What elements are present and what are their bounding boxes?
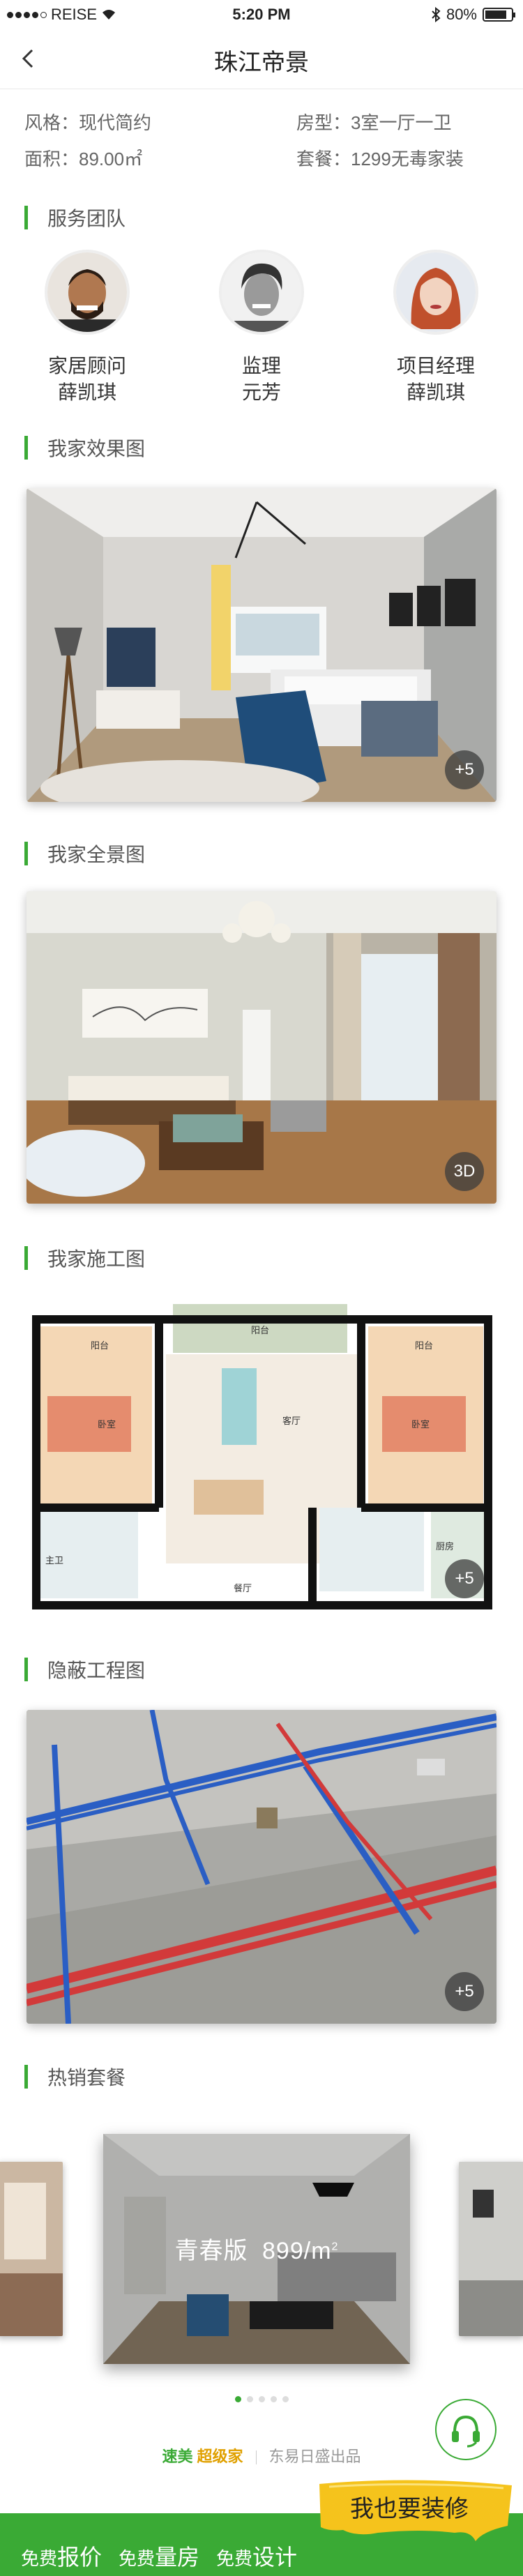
house-info: 风格：现代简约 房型：3室一厅一卫 面积：89.00㎡ 套餐：1299无毒家装: [24, 105, 506, 177]
section-title-team: 服务团队: [24, 204, 126, 232]
member-role: 项目经理: [396, 355, 475, 377]
plan-label: 餐厅: [234, 1583, 252, 1594]
plan-label: 厨房: [436, 1541, 454, 1552]
section-title-render: 我家效果图: [24, 434, 145, 462]
avatar: [45, 250, 130, 335]
plan-label: 阳台: [91, 1341, 109, 1351]
member-role: 监理: [241, 355, 281, 377]
pager-dot[interactable]: [258, 2396, 265, 2402]
section-title-panorama: 我家全景图: [24, 840, 145, 867]
image-count-badge: +5: [445, 750, 484, 789]
member-name: 薛凯琪: [406, 381, 465, 403]
nav-bar: 珠江帝景: [0, 31, 523, 89]
panorama-3d-badge: 3D: [445, 1152, 484, 1191]
pager-dot[interactable]: [282, 2396, 289, 2402]
free-quote-button[interactable]: 免费报价: [21, 2540, 102, 2572]
pager-dot[interactable]: [246, 2396, 253, 2402]
free-design-button[interactable]: 免费设计: [216, 2540, 297, 2572]
team-member[interactable]: 项目经理 薛凯琪: [349, 250, 523, 406]
pager-dot[interactable]: [234, 2396, 241, 2402]
member-name: 薛凯琪: [57, 381, 116, 403]
team-member[interactable]: 家居顾问 薛凯琪: [0, 250, 174, 406]
section-title-construction: 我家施工图: [24, 1244, 145, 1272]
package-card-prev[interactable]: [0, 2162, 63, 2336]
package-name: 青春版: [174, 2238, 248, 2264]
plan-label: 阳台: [415, 1341, 433, 1351]
room-type-info: 房型：3室一厅一卫: [296, 112, 452, 133]
plan-label: 主卫: [45, 1556, 63, 1566]
team-member[interactable]: 监理 元芳: [174, 250, 349, 406]
render-image[interactable]: +5: [26, 488, 497, 802]
plan-label: 卧室: [98, 1419, 116, 1430]
style-info: 风格：现代简约: [24, 112, 152, 133]
battery-percent: 80%: [446, 6, 477, 23]
image-count-badge: +5: [445, 1559, 484, 1598]
brand-name-primary: 速美: [162, 2448, 193, 2465]
cta-label: 我也要装修: [350, 2496, 469, 2522]
image-count-badge: +5: [445, 1972, 484, 2011]
pager-dot[interactable]: [270, 2396, 277, 2402]
member-name: 元芳: [241, 381, 281, 403]
package-card-active[interactable]: 青春版 899/m2: [103, 2134, 410, 2364]
hidden-works-image[interactable]: +5: [26, 1710, 497, 2024]
page-title: 珠江帝景: [214, 50, 309, 76]
member-role: 家居顾问: [47, 355, 126, 377]
package-carousel[interactable]: 青春版 899/m2: [0, 2134, 523, 2371]
brand-footer: 速美 超级家 东易日盛出品: [0, 2444, 523, 2467]
plan-label: 阳台: [251, 1326, 269, 1336]
brand-maker: 东易日盛出品: [268, 2448, 361, 2465]
service-team: 家居顾问 薛凯琪 监理 元芳 项目经理 薛凯琪: [0, 250, 523, 406]
package-caption: 青春版 899/m2: [103, 2232, 410, 2266]
status-bar: REISE 5:20 PM 80%: [0, 0, 523, 28]
brand-name-secondary: 超级家: [197, 2448, 243, 2465]
section-title-hidden: 隐蔽工程图: [24, 1656, 145, 1683]
package-price-unit-sup: 2: [331, 2241, 339, 2253]
plan-label: 卧室: [411, 1419, 430, 1430]
package-info: 套餐：1299无毒家装: [296, 149, 464, 169]
area-info: 面积：89.00㎡: [24, 149, 143, 169]
battery-icon: [483, 8, 515, 22]
construction-image[interactable]: 阳台 阳台 阳台 卧室 卧室 客厅 餐厅 主卫 厨房 +5: [26, 1298, 497, 1611]
package-card-next[interactable]: [459, 2162, 523, 2336]
package-price: 899/m: [262, 2238, 332, 2264]
avatar: [393, 250, 478, 335]
panorama-image[interactable]: 3D: [26, 891, 497, 1204]
avatar: [219, 250, 304, 335]
free-measure-button[interactable]: 免费量房: [119, 2540, 199, 2572]
bluetooth-icon: [432, 7, 441, 22]
plan-label: 客厅: [282, 1416, 301, 1427]
renovate-cta-button[interactable]: 我也要装修: [315, 2477, 517, 2541]
section-title-hot: 热销套餐: [24, 2063, 126, 2091]
